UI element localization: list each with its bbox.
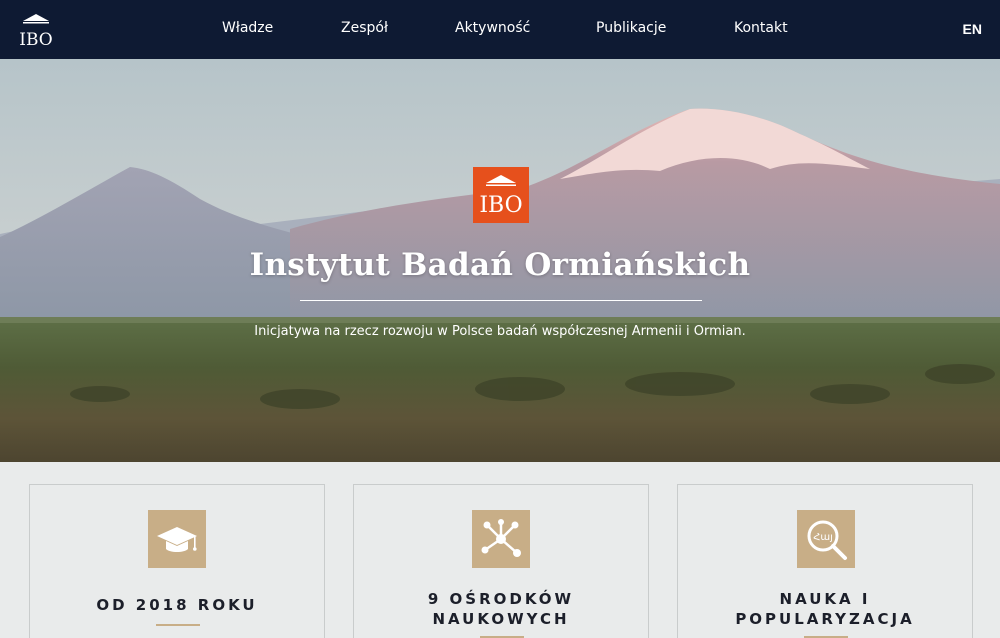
card-title: OD 2018 ROKU — [96, 596, 258, 614]
ibo-badge: IBO — [473, 167, 529, 223]
magnifier-glyph: Հայ — [813, 532, 833, 543]
language-switch[interactable]: EN — [963, 21, 982, 37]
nav-link-publikacje[interactable]: Publikacje — [596, 20, 666, 36]
hero-subtitle: Inicjatywa na rzecz rozwoju w Polsce bad… — [254, 324, 746, 339]
nav-link-kontakt[interactable]: Kontakt — [734, 20, 788, 36]
svg-text:IBO: IBO — [479, 193, 522, 218]
hero-divider — [300, 300, 702, 301]
graduation-cap-icon — [157, 527, 197, 552]
nav-link-zespol[interactable]: Zespół — [341, 20, 388, 36]
feature-card-research-centers: 9 OŚRODKÓW NAUKOWYCH — [353, 484, 649, 638]
hero-title: Instytut Badań Ormiańskich — [249, 247, 751, 283]
nav-link-wladze[interactable]: Władze — [222, 20, 273, 36]
nav-menu: Władze Zespół Aktywność Publikacje Konta… — [0, 0, 1000, 59]
card-icon-box — [148, 510, 206, 568]
card-title-line-2: POPULARYZACJA — [735, 610, 915, 628]
top-navbar: IBO Władze Zespół Aktywność Publikacje K… — [0, 0, 1000, 59]
magnifier-armenian-icon: Հայ — [807, 520, 847, 560]
card-divider — [156, 624, 200, 626]
feature-card-since-2018: OD 2018 ROKU — [29, 484, 325, 638]
card-icon-box — [472, 510, 530, 568]
network-nodes-icon — [481, 519, 521, 557]
nav-link-aktywnosc[interactable]: Aktywność — [455, 20, 530, 36]
hero-banner: IBO Instytut Badań Ormiańskich Inicjatyw… — [0, 59, 1000, 462]
feature-card-science-popularization: Հայ NAUKA I POPULARYZACJA — [677, 484, 973, 638]
card-icon-box: Հայ — [797, 510, 855, 568]
card-title-line-2: NAUKOWYCH — [432, 610, 570, 628]
card-title-line-1: 9 OŚRODKÓW — [427, 590, 575, 608]
card-title-line-1: NAUKA I — [779, 590, 871, 608]
ibo-badge-icon: IBO — [479, 175, 523, 218]
